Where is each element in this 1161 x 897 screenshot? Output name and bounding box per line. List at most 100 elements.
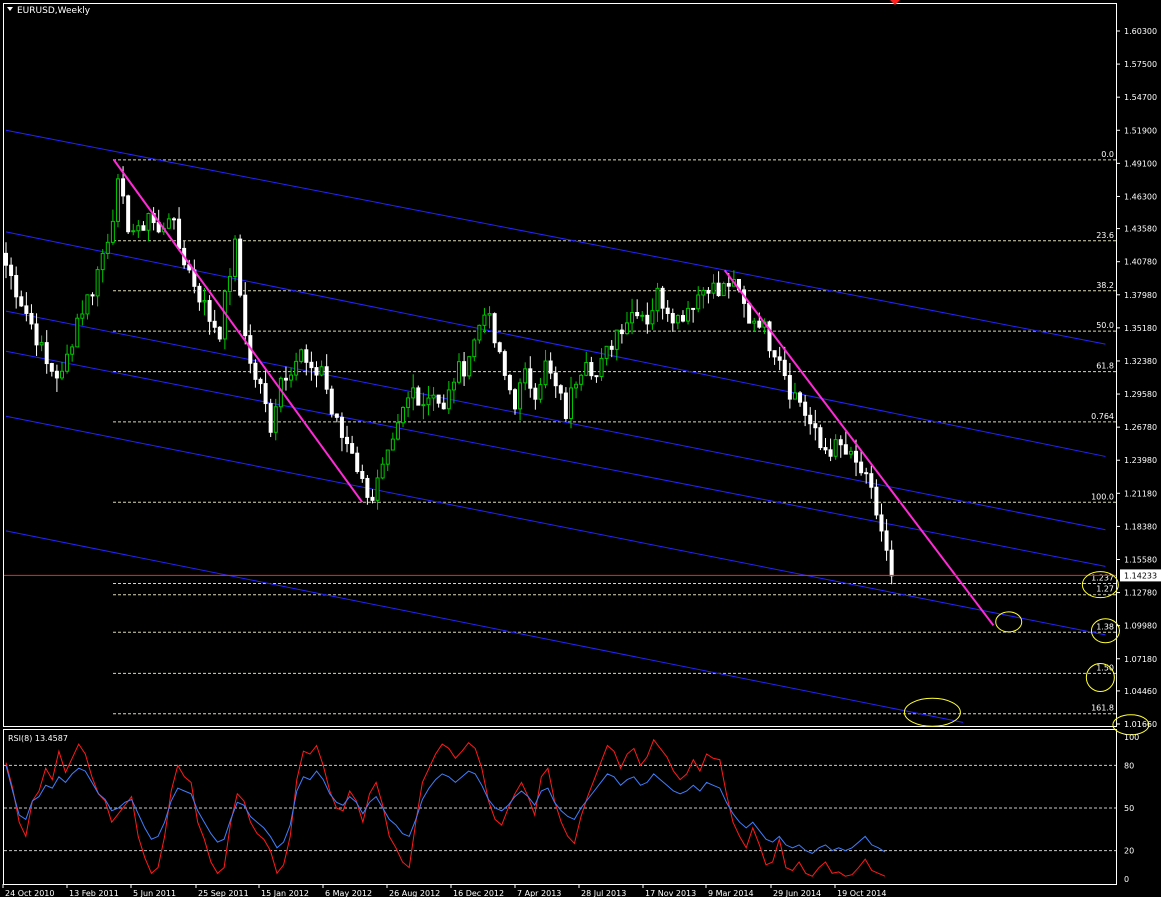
candle [421, 392, 426, 420]
candle-body [360, 470, 365, 479]
chart-header[interactable]: EURUSD,Weekly [7, 6, 91, 16]
candle [80, 300, 85, 326]
candle-body [105, 241, 110, 254]
candle-body [874, 486, 879, 516]
fib-level-label: 1.27 [1096, 585, 1114, 594]
candle-body [4, 252, 8, 266]
candle-body [833, 439, 838, 457]
candle-body [304, 349, 309, 363]
candle-body [9, 264, 14, 277]
candle [884, 519, 889, 561]
candle-body [548, 360, 553, 374]
candle [299, 348, 304, 364]
y-tick-label: 1.46300 [1124, 192, 1157, 201]
candle-body [859, 461, 864, 474]
candle [365, 475, 370, 505]
candle [686, 301, 691, 325]
dropdown-arrow-icon[interactable] [7, 7, 13, 11]
candle-body [329, 388, 334, 415]
candle-body [166, 218, 171, 229]
candle [838, 435, 843, 458]
candle-body [528, 368, 533, 389]
candle [227, 268, 232, 306]
candle [808, 407, 813, 435]
candle-body [207, 300, 212, 322]
candle-body [273, 406, 278, 433]
candle-body [243, 294, 248, 337]
candle [100, 249, 105, 283]
candle [273, 398, 278, 441]
candle-body [233, 238, 238, 277]
candle-body [426, 397, 431, 406]
candle [787, 363, 792, 409]
candle-body [110, 220, 115, 243]
candle-body [823, 447, 828, 451]
x-tick-label: 28 Jul 2013 [581, 889, 626, 897]
candle [609, 340, 614, 358]
time-axis: 24 Oct 2010 13 Feb 2011 5 Jun 2011 25 Sep 2… [2, 884, 886, 897]
candle-body [121, 178, 126, 197]
candle [777, 346, 782, 371]
candle-body [838, 439, 843, 446]
candle [385, 449, 390, 472]
candle-body [579, 374, 584, 385]
candle [115, 173, 120, 228]
candle-body [655, 287, 660, 312]
channel-line [5, 530, 964, 723]
candle-body [604, 345, 609, 359]
x-tick-label: 29 Jun 2014 [773, 889, 821, 897]
candle [467, 356, 472, 380]
fib-level-label: 61.8 [1096, 362, 1114, 371]
candle [197, 283, 202, 311]
candle [798, 391, 803, 407]
candle-body [390, 438, 395, 451]
candle-body [238, 238, 243, 296]
candle [90, 292, 95, 306]
trend-line[interactable] [723, 269, 995, 627]
candle-body [818, 427, 823, 449]
candle-body [553, 372, 558, 387]
candle [472, 338, 477, 362]
candle-body [131, 230, 136, 233]
candle [558, 384, 563, 401]
fib-level-label: 1.237 [1091, 573, 1114, 582]
candle-body [635, 312, 640, 317]
candle-body [19, 296, 24, 307]
candle-body [701, 289, 706, 296]
candle [660, 285, 665, 320]
candle-body [217, 326, 222, 340]
candle-body [624, 322, 629, 335]
y-tick-label: 1.18380 [1124, 522, 1157, 531]
candle-body [324, 366, 329, 390]
candle [665, 300, 670, 322]
candle [691, 307, 696, 323]
candle [767, 320, 772, 358]
candle [126, 194, 131, 235]
y-tick-label: 1.57500 [1124, 60, 1157, 69]
rsi-series-line [5, 765, 886, 854]
candle-body [416, 387, 421, 406]
candle [136, 220, 141, 238]
candle-body [350, 443, 355, 454]
candle-body [54, 370, 59, 379]
candle-body [70, 346, 75, 355]
candle [95, 266, 100, 307]
candle [339, 412, 344, 452]
candle-body [792, 392, 797, 400]
channel-lines [5, 129, 1106, 723]
x-tick-label: 25 Sep 2011 [198, 889, 249, 897]
candle-body [757, 320, 762, 328]
x-tick-label: 15 Jan 2012 [261, 889, 309, 897]
candle [319, 360, 324, 377]
candle [813, 409, 818, 441]
candle-body [691, 307, 696, 310]
candle-body [869, 473, 874, 488]
y-tick-label: 1.04460 [1124, 687, 1157, 696]
candle-body [345, 436, 350, 445]
candle [411, 374, 416, 411]
rsi-title: RSI(8) 13.4587 [8, 734, 68, 743]
shift-marker-icon [890, 0, 900, 5]
y-tick-label: 1.49100 [1124, 159, 1157, 168]
candle-body [752, 320, 757, 324]
candle [630, 298, 635, 335]
